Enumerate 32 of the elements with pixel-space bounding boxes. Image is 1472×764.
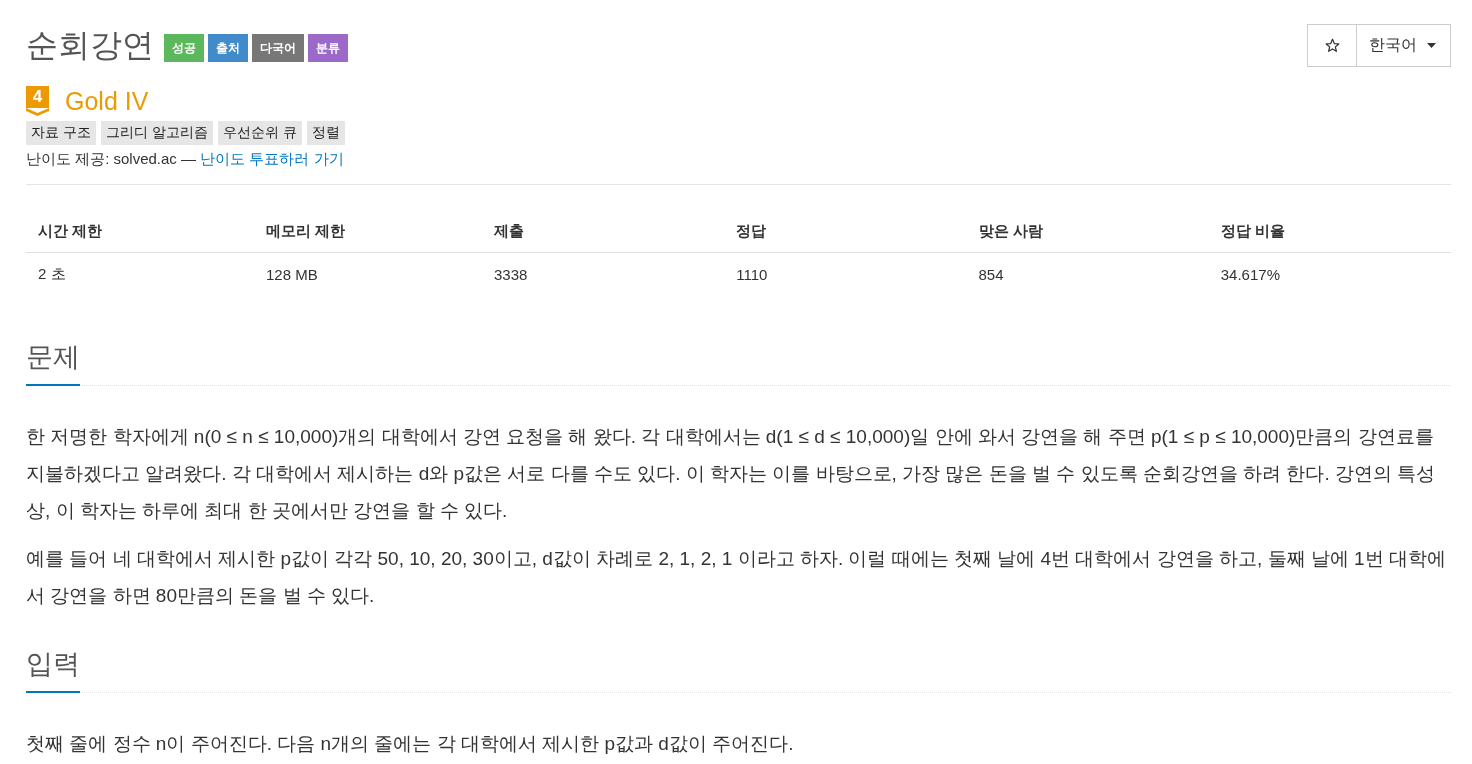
table-cell: 854	[966, 252, 1209, 296]
algorithm-tag[interactable]: 정렬	[306, 121, 345, 145]
column-header: 제출	[482, 210, 725, 253]
vote-link[interactable]: 난이도 투표하러 가기	[200, 150, 344, 167]
column-header: 메모리 제한	[254, 210, 482, 253]
problem-paragraph: 예를 들어 네 대학에서 제시한 p값이 각각 50, 10, 20, 30이고, d값이 차례로 2, 1, 2, 1 이라고 하자. 이럴 때에는 첫째 날에 4번 대학에서 강연을 하고, 둘째 날에 1번 대학에서 강연을 하면 80만큼의 돈을 벌 수 있다.	[26, 547, 1447, 608]
algorithm-tag[interactable]: 그리디 알고리즘	[100, 121, 213, 145]
column-header: 정답 비율	[1208, 210, 1451, 253]
problem-paragraph: 한 저명한 학자에게 n(0 ≤ n ≤ 10,000)개의 대학에서 강연 요청을 해 왔다. 각 대학에서는 d(1 ≤ d ≤ 10,000)일 안에 와서 강연을 해 주면 p(1 ≤ p ≤ 10,000)만큼의 강연료를 지불하겠다고 알려왔다. 각 대학에서 제시하는 d와 p값은 서로 다를 수도 있다. 이 학자는 이를 바탕으로, 가장 많은 돈을 벌 수 있도록 순회강연을 하려 한다. 강연의 특성상, 이 학자는 하루에 최대 한 곳에서만 강연을 할 수 있다.	[26, 425, 1437, 523]
algorithm-tag[interactable]: 우선순위 큐	[217, 121, 302, 145]
chevron-icon	[26, 108, 49, 116]
status-label[interactable]: 다국어	[252, 34, 304, 62]
difficulty-credit: 난이도 제공: solved.ac — 난이도 투표하러 가기	[26, 149, 345, 169]
table-cell: 34.617%	[1208, 252, 1451, 296]
algorithm-tag[interactable]: 자료 구조	[26, 121, 96, 145]
caret-icon	[1427, 43, 1436, 48]
problem-title: 순회강연	[26, 26, 154, 65]
column-header: 시간 제한	[26, 210, 254, 253]
column-header: 맞은 사람	[966, 210, 1209, 253]
table-cell: 2 초	[26, 252, 254, 296]
column-header: 정답	[724, 210, 967, 253]
table-cell: 1110	[724, 252, 967, 296]
table-cell: 128 MB	[254, 252, 482, 296]
table-cell: 3338	[482, 252, 725, 296]
status-label[interactable]: 출처	[208, 34, 248, 62]
status-label[interactable]: 분류	[308, 34, 348, 62]
tier-name: Gold IV	[65, 86, 149, 116]
problem-paragraph: 첫째 줄에 정수 n이 주어진다. 다음 n개의 줄에는 각 대학에서 제시한 p값과 d값이 주어진다.	[26, 732, 795, 756]
section-heading: 입력	[26, 645, 80, 693]
language-dropdown[interactable]: 한국어	[1357, 24, 1451, 67]
section-heading: 문제	[26, 338, 80, 386]
favorite-button[interactable]	[1307, 24, 1357, 67]
